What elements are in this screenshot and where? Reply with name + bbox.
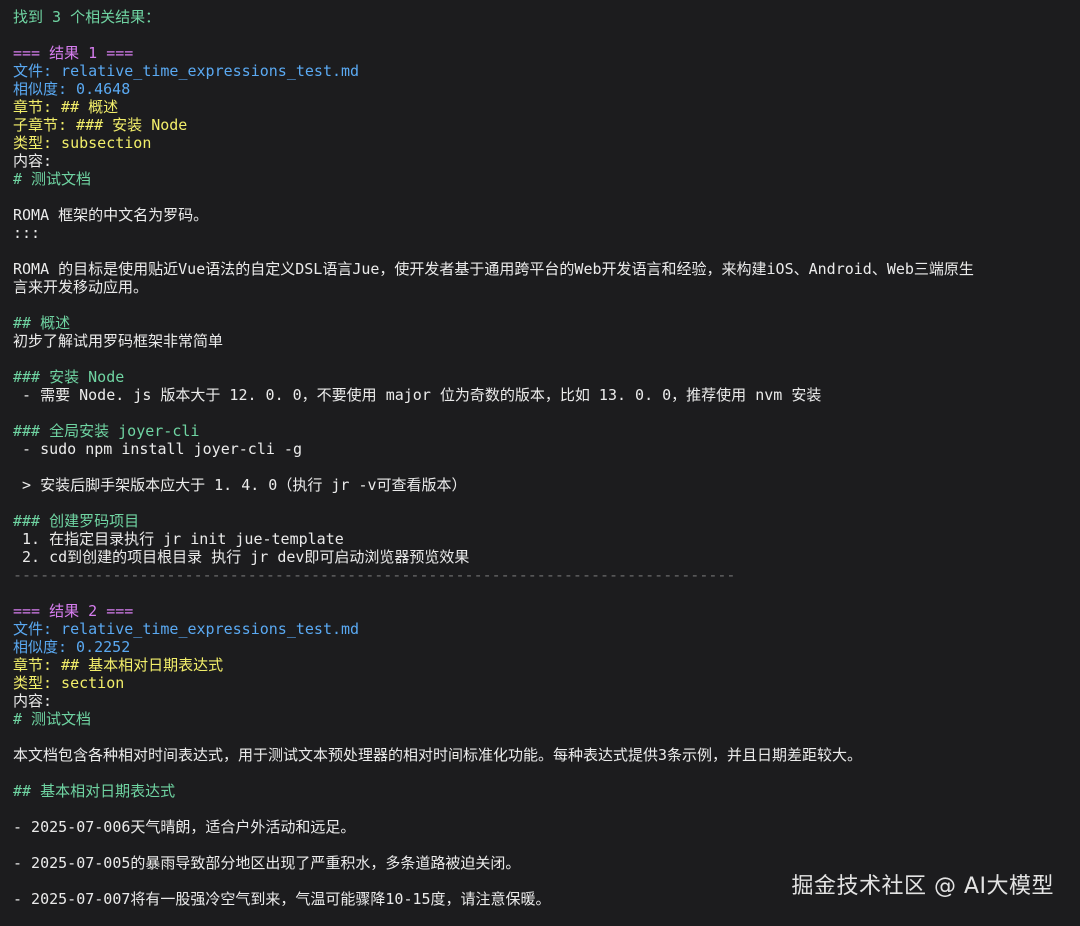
content-line: 2. cd到创建的项目根目录 执行 jr dev即可启动浏览器预览效果 xyxy=(13,548,470,566)
content-line: - 2025-07-006天气晴朗，适合户外活动和远足。 xyxy=(13,818,356,836)
content-heading: ## 基本相对日期表达式 xyxy=(13,782,176,800)
content-line: 初步了解试用罗码框架非常简单 xyxy=(13,332,224,350)
result-block-2: === 结果 2 === 文件: relative_time_expressio… xyxy=(13,602,1080,908)
result-content-label: 内容: xyxy=(13,692,53,710)
result-content-label: 内容: xyxy=(13,152,53,170)
content-line: > 安装后脚手架版本应大于 1. 4. 0（执行 jr -v可查看版本） xyxy=(13,476,467,494)
result-heading: === 结果 1 === xyxy=(13,44,134,62)
content-line: ROMA 的目标是使用贴近Vue语法的自定义DSL语言Jue，使开发者基于通用跨… xyxy=(13,260,974,278)
result-type: 类型: section xyxy=(13,674,125,692)
result-separator: ----------------------------------------… xyxy=(13,566,736,584)
result-type: 类型: subsection xyxy=(13,134,152,152)
result-subsection: 子章节: ### 安装 Node xyxy=(13,116,188,134)
result-file: 文件: relative_time_expressions_test.md xyxy=(13,620,360,638)
content-line: 本文档包含各种相对时间表达式，用于测试文本预处理器的相对时间标准化功能。每种表达… xyxy=(13,746,863,764)
content-heading: ### 创建罗码项目 xyxy=(13,512,140,530)
result-file: 文件: relative_time_expressions_test.md xyxy=(13,62,360,80)
content-heading: ### 安装 Node xyxy=(13,368,125,386)
content-line: ::: xyxy=(13,224,41,242)
content-line: - sudo npm install joyer-cli -g xyxy=(13,440,302,458)
results-count-line: 找到 3 个相关结果： xyxy=(13,8,161,26)
doc-title: # 测试文档 xyxy=(13,170,92,188)
result-similarity: 相似度: 0.4648 xyxy=(13,80,131,98)
content-line: - 需要 Node. js 版本大于 12. 0. 0，不要使用 major 位… xyxy=(13,386,822,404)
result-heading: === 结果 2 === xyxy=(13,602,134,620)
content-line: 言来开发移动应用。 xyxy=(13,278,149,296)
content-line: 1. 在指定目录执行 jr init jue-template xyxy=(13,530,344,548)
watermark: 掘金技术社区 @ AI大模型 xyxy=(791,874,1054,899)
doc-title: # 测试文档 xyxy=(13,710,92,728)
content-line: ROMA 框架的中文名为罗码。 xyxy=(13,206,209,224)
result-block-1: === 结果 1 === 文件: relative_time_expressio… xyxy=(13,44,1080,584)
content-heading: ## 概述 xyxy=(13,314,71,332)
result-section: 章节: ## 概述 xyxy=(13,98,119,116)
content-heading: ### 全局安装 joyer-cli xyxy=(13,422,200,440)
result-similarity: 相似度: 0.2252 xyxy=(13,638,131,656)
result-section: 章节: ## 基本相对日期表达式 xyxy=(13,656,224,674)
terminal-output[interactable]: 找到 3 个相关结果： === 结果 1 === 文件: relative_ti… xyxy=(13,8,1080,908)
